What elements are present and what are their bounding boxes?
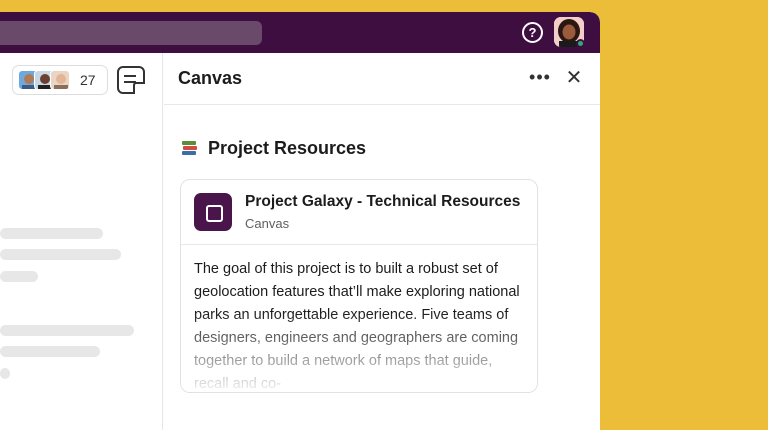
placeholder-line — [0, 368, 10, 379]
text-fade-overlay — [181, 312, 537, 392]
help-icon[interactable]: ? — [522, 22, 543, 43]
search-bar[interactable] — [0, 21, 262, 45]
placeholder-line — [0, 271, 38, 282]
panel-title: Canvas — [178, 68, 243, 88]
canvas-panel: Canvas ••• ✕ Project Resources Project G… — [164, 53, 600, 430]
card-subtitle: Canvas — [245, 216, 290, 231]
more-options-icon[interactable]: ••• — [528, 67, 552, 89]
canvas-icon[interactable] — [117, 66, 145, 94]
canvas-panel-header: Canvas ••• ✕ — [164, 53, 600, 105]
placeholder-line — [0, 249, 121, 260]
canvas-icon — [194, 193, 232, 231]
section-heading-text: Project Resources — [208, 138, 367, 158]
members-button[interactable]: 27 — [12, 65, 108, 95]
card-title[interactable]: Project Galaxy - Technical Resources — [245, 193, 520, 211]
section-heading: Project Resources — [180, 138, 366, 159]
placeholder-line — [0, 346, 100, 357]
close-icon[interactable]: ✕ — [563, 67, 585, 89]
canvas-card[interactable]: Project Galaxy - Technical Resources Can… — [180, 179, 538, 393]
member-count: 27 — [80, 72, 96, 88]
canvas-card-header: Project Galaxy - Technical Resources Can… — [181, 180, 537, 245]
member-avatar — [50, 70, 70, 90]
channel-pane: 27 — [0, 53, 163, 430]
app-window: ? 27 Canvas ••• ✕ Project Resources Proj… — [0, 12, 600, 430]
books-icon — [180, 140, 198, 158]
placeholder-line — [0, 325, 134, 336]
presence-status-icon — [576, 39, 585, 48]
placeholder-line — [0, 228, 103, 239]
top-bar: ? — [0, 12, 600, 53]
